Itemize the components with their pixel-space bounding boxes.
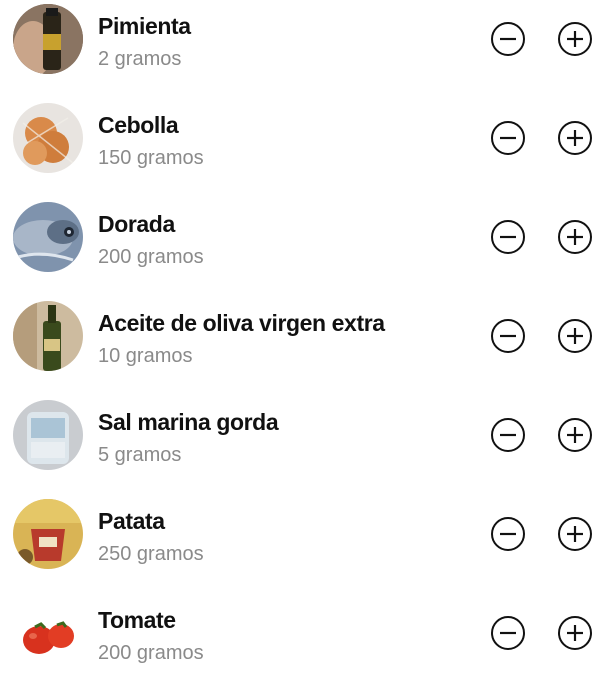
sea-salt-photo <box>13 400 83 470</box>
ingredient-quantity: 200 gramos <box>98 246 204 268</box>
minus-circle-icon <box>491 616 525 650</box>
ingredient-name: Sal marina gorda <box>98 409 279 435</box>
minus-circle-icon <box>491 418 525 452</box>
ingredient-row-cebolla: Cebolla 150 gramos <box>0 99 606 198</box>
minus-circle-icon <box>491 22 525 56</box>
ingredient-quantity: 2 gramos <box>98 48 182 70</box>
increase-quantity-button[interactable] <box>557 120 593 156</box>
ingredient-row-dorada: Dorada 200 gramos <box>0 198 606 297</box>
plus-circle-icon <box>558 616 592 650</box>
ingredient-name: Tomate <box>98 607 176 633</box>
ingredient-row-patata: Patata 250 gramos <box>0 495 606 594</box>
ingredient-quantity: 5 gramos <box>98 444 182 466</box>
increase-quantity-button[interactable] <box>557 21 593 57</box>
decrease-quantity-button[interactable] <box>490 516 526 552</box>
ingredient-row-sal: Sal marina gorda 5 gramos <box>0 396 606 495</box>
plus-circle-icon <box>558 418 592 452</box>
pepper-jar-photo <box>13 4 83 74</box>
plus-circle-icon <box>558 319 592 353</box>
increase-quantity-button[interactable] <box>557 417 593 453</box>
ingredient-quantity: 150 gramos <box>98 147 204 169</box>
onion-photo <box>13 103 83 173</box>
minus-circle-icon <box>491 319 525 353</box>
decrease-quantity-button[interactable] <box>490 318 526 354</box>
increase-quantity-button[interactable] <box>557 219 593 255</box>
minus-circle-icon <box>491 517 525 551</box>
plus-circle-icon <box>558 121 592 155</box>
minus-circle-icon <box>491 121 525 155</box>
ingredient-quantity: 200 gramos <box>98 642 204 664</box>
ingredient-name: Dorada <box>98 211 175 237</box>
plus-circle-icon <box>558 220 592 254</box>
increase-quantity-button[interactable] <box>557 615 593 651</box>
decrease-quantity-button[interactable] <box>490 615 526 651</box>
decrease-quantity-button[interactable] <box>490 120 526 156</box>
ingredient-row-aceite: Aceite de oliva virgen extra 10 gramos <box>0 297 606 396</box>
ingredient-name: Patata <box>98 508 165 534</box>
potato-bag-photo <box>13 499 83 569</box>
ingredient-name: Aceite de oliva virgen extra <box>98 310 385 336</box>
ingredient-row-pimienta: Pimienta 2 gramos <box>0 0 606 99</box>
plus-circle-icon <box>558 517 592 551</box>
ingredient-quantity: 10 gramos <box>98 345 193 367</box>
plus-circle-icon <box>558 22 592 56</box>
fish-photo <box>13 202 83 272</box>
tomato-photo <box>13 598 83 668</box>
increase-quantity-button[interactable] <box>557 318 593 354</box>
ingredient-quantity: 250 gramos <box>98 543 204 565</box>
increase-quantity-button[interactable] <box>557 516 593 552</box>
decrease-quantity-button[interactable] <box>490 417 526 453</box>
ingredient-row-tomate: Tomate 200 gramos <box>0 594 606 693</box>
ingredient-list: Pimienta 2 gramos Cebolla 150 gramos Dor… <box>0 0 606 670</box>
olive-oil-bottle-photo <box>13 301 83 371</box>
decrease-quantity-button[interactable] <box>490 219 526 255</box>
ingredient-name: Cebolla <box>98 112 179 138</box>
minus-circle-icon <box>491 220 525 254</box>
decrease-quantity-button[interactable] <box>490 21 526 57</box>
ingredient-name: Pimienta <box>98 13 191 39</box>
